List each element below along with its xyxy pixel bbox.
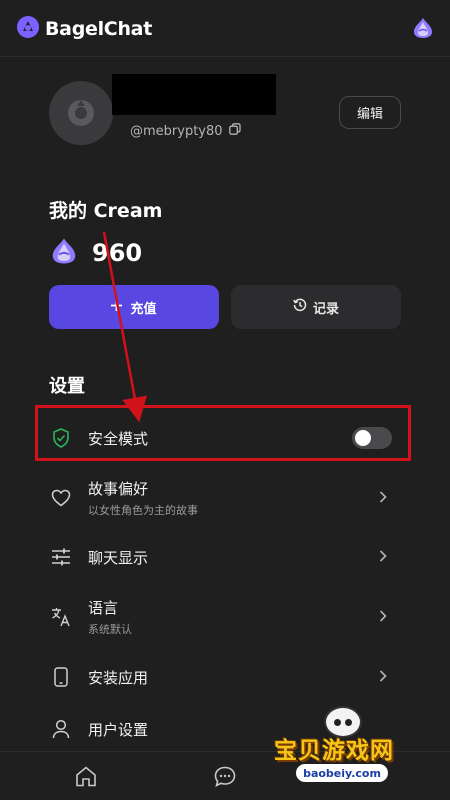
- settings-item-subtitle: 系统默认: [88, 623, 132, 636]
- heart-icon: [49, 486, 73, 510]
- username-redacted: [112, 74, 276, 115]
- user-icon: [49, 717, 73, 741]
- balance-value: 960: [92, 239, 143, 267]
- user-handle: @mebrypty80: [130, 123, 223, 139]
- chevron-right-icon: [379, 668, 387, 687]
- settings-section-title: 设置: [49, 376, 85, 397]
- history-icon: [293, 298, 307, 316]
- cream-balance: 960: [49, 237, 142, 269]
- watermark-title: 宝贝游戏网: [274, 738, 394, 764]
- watermark: 宝贝游戏网 baobeiy.com: [272, 706, 422, 786]
- settings-item-label: 安装应用: [88, 668, 149, 687]
- brand-logo[interactable]: BagelChat: [16, 15, 152, 43]
- chevron-right-icon: [379, 608, 387, 627]
- avatar[interactable]: [49, 81, 113, 145]
- watermark-url: baobeiy.com: [296, 764, 388, 782]
- default-avatar-icon: [68, 100, 94, 126]
- history-button[interactable]: 记录: [231, 285, 401, 329]
- edit-profile-button[interactable]: 编辑: [339, 96, 401, 129]
- recharge-button[interactable]: 充值: [49, 285, 219, 329]
- chevron-right-icon: [379, 548, 387, 567]
- app-header: BagelChat: [0, 0, 450, 57]
- brand-name: BagelChat: [45, 18, 152, 40]
- translate-icon: [49, 605, 73, 629]
- history-label: 记录: [312, 301, 339, 317]
- handle-row: @mebrypty80: [130, 123, 241, 139]
- settings-item-install-app[interactable]: 安装应用: [49, 663, 401, 691]
- settings-item-label: 语言: [88, 599, 119, 617]
- copy-icon[interactable]: [228, 123, 241, 139]
- chevron-right-icon: [379, 489, 387, 508]
- phone-icon: [49, 665, 73, 689]
- sliders-icon: [49, 545, 73, 569]
- settings-item-label: 故事偏好: [88, 480, 149, 498]
- cream-section-title: 我的 Cream: [49, 200, 163, 222]
- cream-icon[interactable]: [411, 17, 435, 43]
- settings-item-language[interactable]: 语言 系统默认: [49, 599, 401, 636]
- bagel-logo-icon: [16, 15, 40, 43]
- settings-item-story-preference[interactable]: 故事偏好 以女性角色为主的故事: [49, 480, 401, 517]
- settings-item-label: 用户设置: [88, 720, 149, 739]
- cream-icon: [49, 237, 79, 269]
- settings-item-subtitle: 以女性角色为主的故事: [88, 504, 198, 517]
- recharge-label: 充值: [130, 301, 157, 317]
- settings-item-chat-display[interactable]: 聊天显示: [49, 543, 401, 571]
- plus-icon: [111, 299, 123, 315]
- settings-item-label: 聊天显示: [88, 548, 149, 567]
- chat-icon[interactable]: [214, 766, 236, 791]
- annotation-highlight-box: [35, 405, 411, 461]
- home-icon[interactable]: [75, 766, 97, 791]
